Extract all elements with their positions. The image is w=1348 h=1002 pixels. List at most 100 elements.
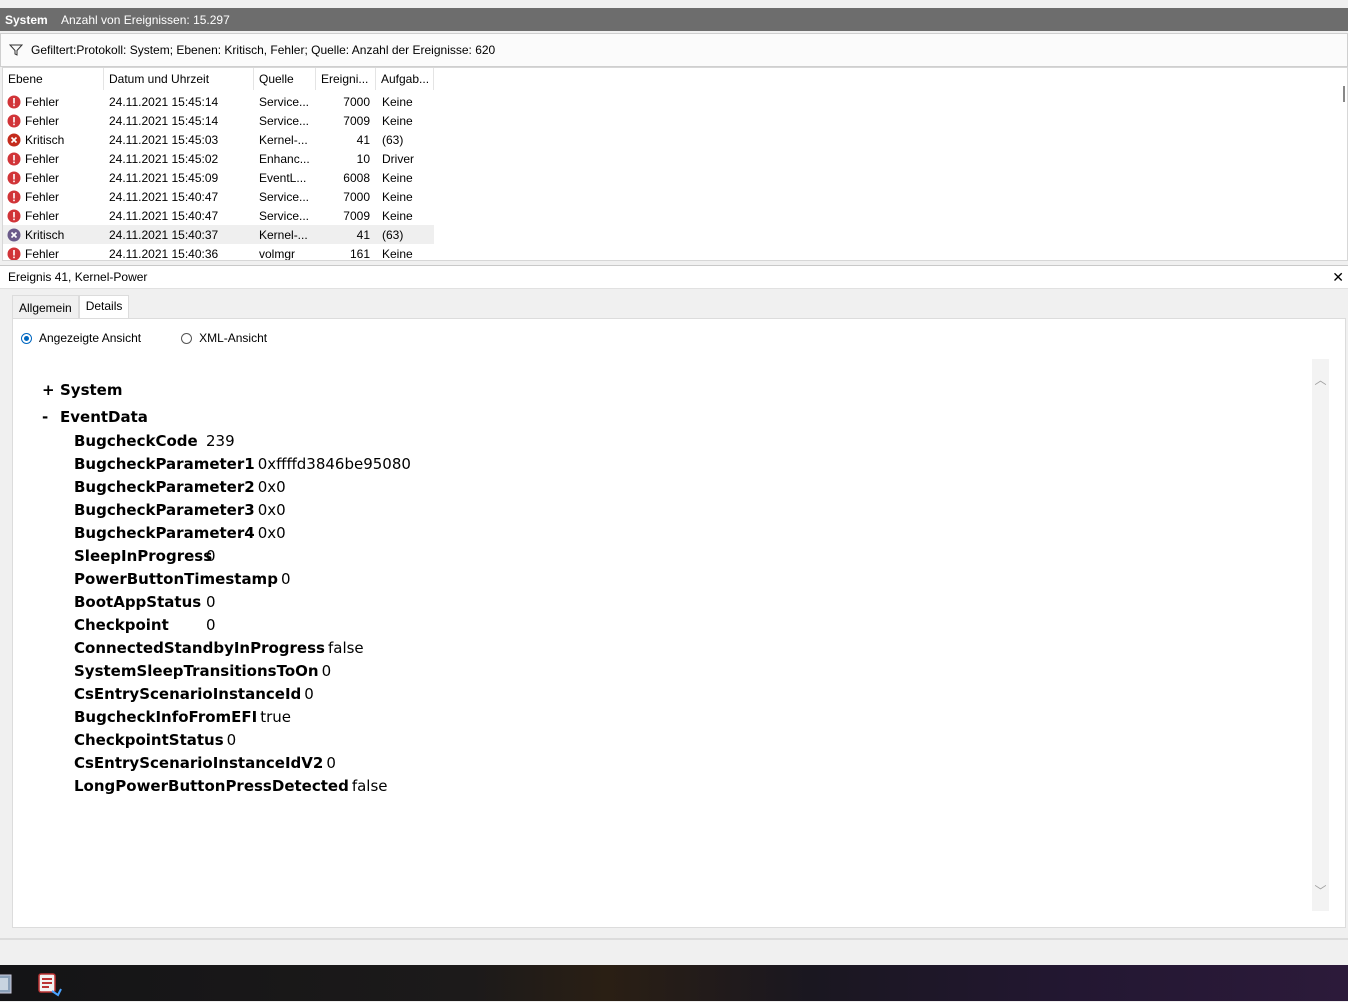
event-data-field: LongPowerButtonPressDetected false: [74, 777, 388, 795]
radio-friendly-label: Angezeigte Ansicht: [39, 331, 142, 345]
table-row[interactable]: Kritisch 24.11.2021 15:40:37 Kernel-... 41 (…: [3, 225, 434, 244]
task-cell: (63): [382, 227, 404, 242]
field-value: 0x0: [257, 501, 286, 519]
filter-funnel-icon[interactable]: [1, 44, 31, 56]
event-list-scrollbar[interactable]: [1337, 68, 1347, 260]
scroll-up-icon[interactable]: ︿: [1312, 371, 1329, 388]
field-key: Checkpoint: [74, 616, 169, 634]
table-row[interactable]: Fehler 24.11.2021 15:45:09 EventL... 6008 Ke…: [3, 168, 434, 187]
event-data-content: + System - EventData BugcheckCode 239 Bugc…: [29, 359, 1312, 911]
date-cell: 24.11.2021 15:45:02: [109, 151, 219, 166]
table-row[interactable]: Fehler 24.11.2021 15:45:14 Service... 7000 K…: [3, 92, 434, 111]
eventdata-node[interactable]: - EventData: [42, 408, 148, 426]
error-icon: [7, 209, 21, 222]
task-cell: (63): [382, 132, 404, 147]
field-value: 0x0: [257, 524, 286, 542]
event-id-cell: 7000: [343, 189, 370, 204]
tab-details[interactable]: Details: [78, 295, 130, 319]
table-row[interactable]: Fehler 24.11.2021 15:40:47 Service... 7009 K…: [3, 206, 434, 225]
event-id-cell: 7000: [343, 94, 370, 109]
field-value: 0: [304, 685, 314, 703]
source-cell: Service...: [259, 94, 310, 109]
field-key: BugcheckParameter1: [74, 455, 255, 473]
source-cell: Kernel-...: [259, 227, 308, 242]
column-header-level[interactable]: Ebene: [3, 68, 104, 90]
field-value: 239: [206, 432, 235, 450]
event-list[interactable]: Ebene Datum und Uhrzeit Quelle Ereigni..…: [2, 67, 1348, 261]
field-value: 0: [321, 662, 332, 680]
column-header-event-id[interactable]: Ereigni...: [316, 68, 376, 90]
error-icon: [7, 247, 21, 260]
event-data-field: BugcheckParameter2 0x0: [74, 478, 286, 496]
task-cell: Keine: [382, 189, 413, 204]
column-header-task[interactable]: Aufgab...: [376, 68, 434, 90]
radio-xml-label: XML-Ansicht: [199, 331, 268, 345]
error-icon: [7, 190, 21, 203]
scrollbar-thumb[interactable]: [1343, 86, 1345, 102]
details-panel: Angezeigte Ansicht XML-Ansicht + System …: [12, 318, 1346, 928]
column-header-source[interactable]: Quelle: [254, 68, 316, 90]
level-text: Kritisch: [25, 132, 65, 147]
field-value: 0: [326, 754, 336, 772]
event-data-field: BugcheckParameter1 0xffffd3846be95080: [74, 455, 411, 473]
error-icon: [7, 171, 21, 184]
event-data-field: SystemSleepTransitionsToOn 0: [74, 662, 331, 680]
system-node-label: System: [60, 381, 123, 399]
level-text: Fehler: [25, 151, 60, 166]
event-viewer-icon[interactable]: [38, 973, 62, 997]
collapse-icon[interactable]: -: [42, 408, 60, 426]
table-row[interactable]: Fehler 24.11.2021 15:40:47 Service... 7000 K…: [3, 187, 434, 206]
level-cell: Fehler: [3, 95, 104, 109]
scroll-down-icon[interactable]: ﹀: [1312, 882, 1329, 899]
app-icon[interactable]: [0, 973, 14, 995]
level-cell: Fehler: [3, 190, 104, 204]
event-id-cell: 161: [349, 246, 370, 261]
status-divider: [0, 938, 1348, 940]
error-icon: [7, 95, 21, 108]
date-cell: 24.11.2021 15:40:36: [109, 246, 219, 261]
table-row[interactable]: Fehler 24.11.2021 15:45:14 Service... 7009 K…: [3, 111, 434, 130]
tab-general[interactable]: Allgemein: [12, 295, 79, 318]
event-data-field: BugcheckParameter4 0x0: [74, 524, 286, 542]
task-cell: Keine: [382, 246, 413, 261]
table-row[interactable]: Fehler 24.11.2021 15:40:36 volmgr 161 Keine: [3, 244, 434, 261]
error-icon: [7, 114, 21, 127]
detail-tabs: Allgemein Details: [12, 295, 130, 319]
log-name: System: [5, 12, 48, 27]
error-icon: [7, 152, 21, 165]
radio-friendly-view[interactable]: Angezeigte Ansicht: [21, 331, 141, 345]
field-key: BugcheckParameter4: [74, 524, 255, 542]
radio-unchecked-icon[interactable]: [181, 332, 193, 344]
event-id-cell: 7009: [343, 113, 370, 128]
close-icon[interactable]: ✕: [1332, 269, 1348, 286]
level-cell: Fehler: [3, 247, 104, 260]
column-header-date[interactable]: Datum und Uhrzeit: [104, 68, 254, 90]
event-data-field: BugcheckParameter3 0x0: [74, 501, 286, 519]
event-data-field: CsEntryScenarioInstanceId 0: [74, 685, 314, 703]
level-cell: Fehler: [3, 152, 104, 166]
field-key: CsEntryScenarioInstanceId: [74, 685, 302, 703]
field-value: false: [327, 639, 364, 657]
date-cell: 24.11.2021 15:45:03: [109, 132, 219, 147]
table-row[interactable]: Fehler 24.11.2021 15:45:02 Enhanc... 10 Driv…: [3, 149, 434, 168]
task-cell: Keine: [382, 170, 413, 185]
event-data-field: BugcheckCode 239: [74, 432, 235, 450]
field-value: true: [260, 708, 292, 726]
detail-header: Ereignis 41, Kernel-Power ✕: [0, 265, 1348, 289]
field-key: BugcheckCode: [74, 432, 198, 450]
date-cell: 24.11.2021 15:45:09: [109, 170, 219, 185]
radio-checked-icon[interactable]: [21, 332, 32, 344]
event-data-field: ConnectedStandbyInProgress false: [74, 639, 364, 657]
source-cell: Kernel-...: [259, 132, 308, 147]
view-mode-radios: Angezeigte Ansicht XML-Ansicht: [21, 331, 307, 345]
source-cell: EventL...: [259, 170, 307, 185]
system-node[interactable]: + System: [42, 381, 122, 399]
field-key: BugcheckParameter2: [74, 478, 255, 496]
expand-icon[interactable]: +: [42, 381, 60, 399]
radio-xml-view[interactable]: XML-Ansicht: [181, 331, 267, 345]
filter-description: Gefiltert:Protokoll: System; Ebenen: Kri…: [31, 43, 496, 57]
level-cell: Fehler: [3, 171, 104, 185]
date-cell: 24.11.2021 15:45:14: [109, 94, 219, 109]
task-cell: Keine: [382, 208, 413, 223]
table-row[interactable]: Kritisch 24.11.2021 15:45:03 Kernel-... 41 (…: [3, 130, 434, 149]
